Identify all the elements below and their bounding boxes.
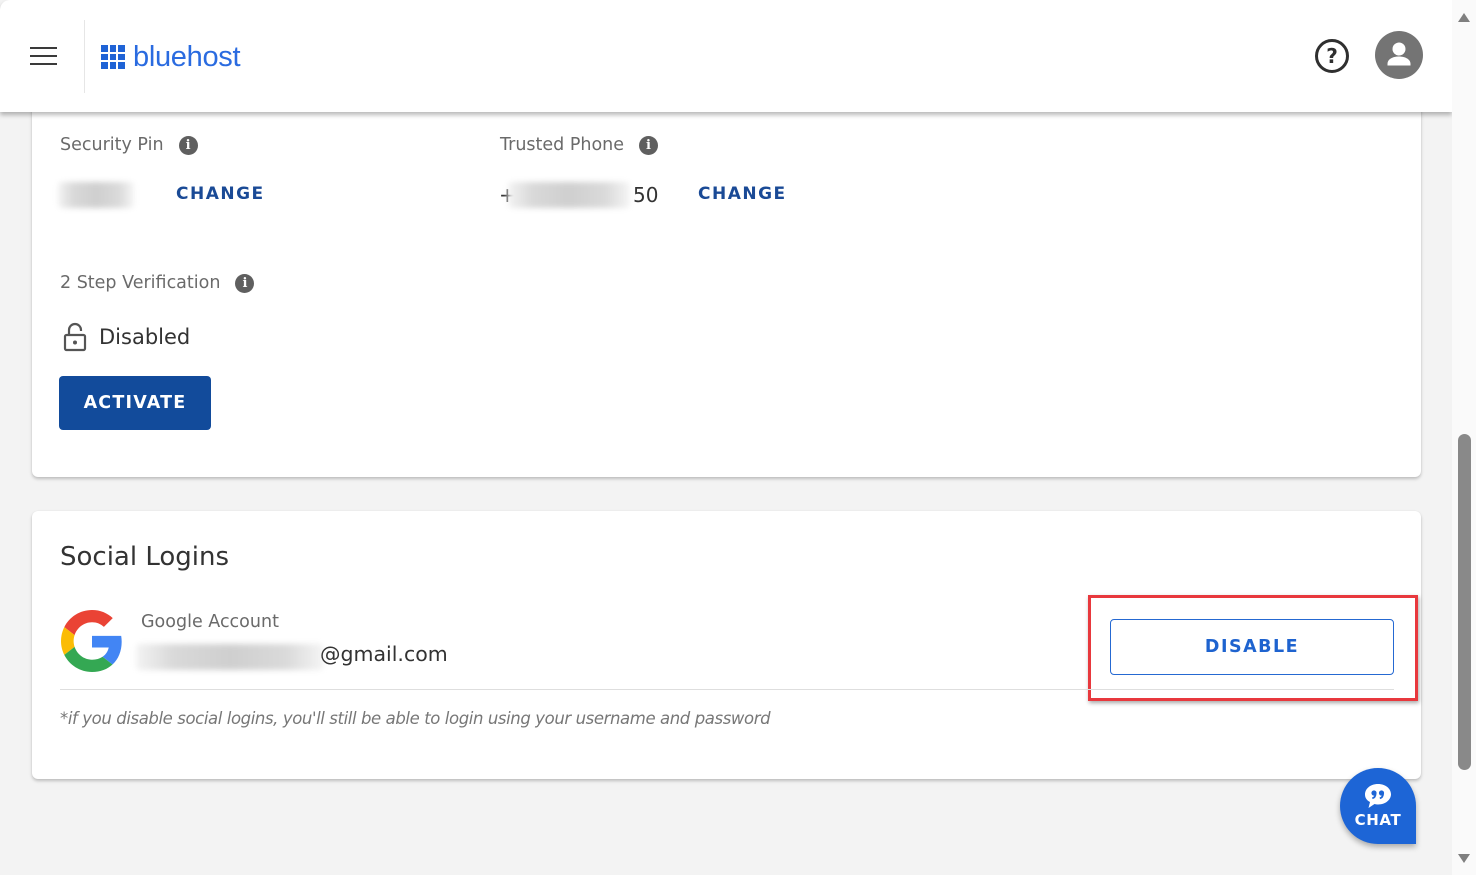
change-trusted-phone-button[interactable]: CHANGE: [698, 184, 787, 204]
scroll-up-arrow-icon[interactable]: [1458, 13, 1470, 22]
change-security-pin-button[interactable]: CHANGE: [176, 184, 265, 204]
quote-bubble-icon: [1365, 784, 1391, 808]
two-step-verification-field: 2 Step Verification i: [60, 273, 255, 293]
top-header: bluehost ?: [0, 0, 1452, 112]
user-avatar-icon[interactable]: [1375, 31, 1423, 79]
bluehost-logo[interactable]: bluehost: [101, 40, 241, 74]
google-email-domain: @gmail.com: [320, 642, 448, 666]
trusted-phone-label: Trusted Phone: [500, 135, 625, 155]
activate-two-step-button[interactable]: ACTIVATE: [59, 376, 211, 430]
hamburger-menu-icon[interactable]: [30, 47, 58, 67]
chat-label: CHAT: [1354, 811, 1402, 829]
disable-google-login-button[interactable]: DISABLE: [1110, 619, 1394, 675]
trusted-phone-value-redacted: [508, 182, 630, 208]
social-logins-disclaimer: *if you disable social logins, you'll st…: [60, 709, 771, 728]
two-step-status: Disabled: [63, 322, 190, 352]
google-account-label: Google Account: [141, 612, 279, 632]
security-pin-field: Security Pin i: [60, 135, 198, 155]
row-divider: [60, 689, 1394, 690]
trusted-phone-suffix: 50: [633, 183, 659, 207]
info-icon[interactable]: i: [639, 135, 659, 155]
google-email-local-redacted: [136, 644, 324, 670]
logo-grid-icon: [101, 45, 125, 69]
two-step-verification-label: 2 Step Verification: [60, 273, 221, 293]
security-pin-label: Security Pin: [60, 135, 164, 155]
logo-text: bluehost: [133, 40, 241, 73]
info-icon[interactable]: i: [178, 135, 198, 155]
scroll-down-arrow-icon[interactable]: [1458, 854, 1470, 863]
header-divider: [84, 20, 85, 93]
social-logins-title: Social Logins: [60, 542, 230, 572]
unlocked-padlock-icon: [63, 322, 87, 352]
google-g-icon: [61, 610, 122, 672]
page-viewport: Security Pin i CHANGE Trusted Phone i + …: [0, 0, 1452, 875]
security-settings-card: [32, 60, 1421, 477]
trusted-phone-field: Trusted Phone i: [500, 135, 659, 155]
info-icon[interactable]: i: [235, 273, 255, 293]
help-circle-icon[interactable]: ?: [1315, 39, 1349, 73]
chat-button[interactable]: CHAT: [1340, 768, 1416, 844]
person-icon: [1387, 42, 1411, 66]
scrollbar-thumb[interactable]: [1458, 434, 1471, 770]
security-pin-value-redacted: [58, 182, 134, 208]
vertical-scrollbar[interactable]: [1452, 0, 1476, 875]
two-step-status-text: Disabled: [99, 325, 191, 349]
